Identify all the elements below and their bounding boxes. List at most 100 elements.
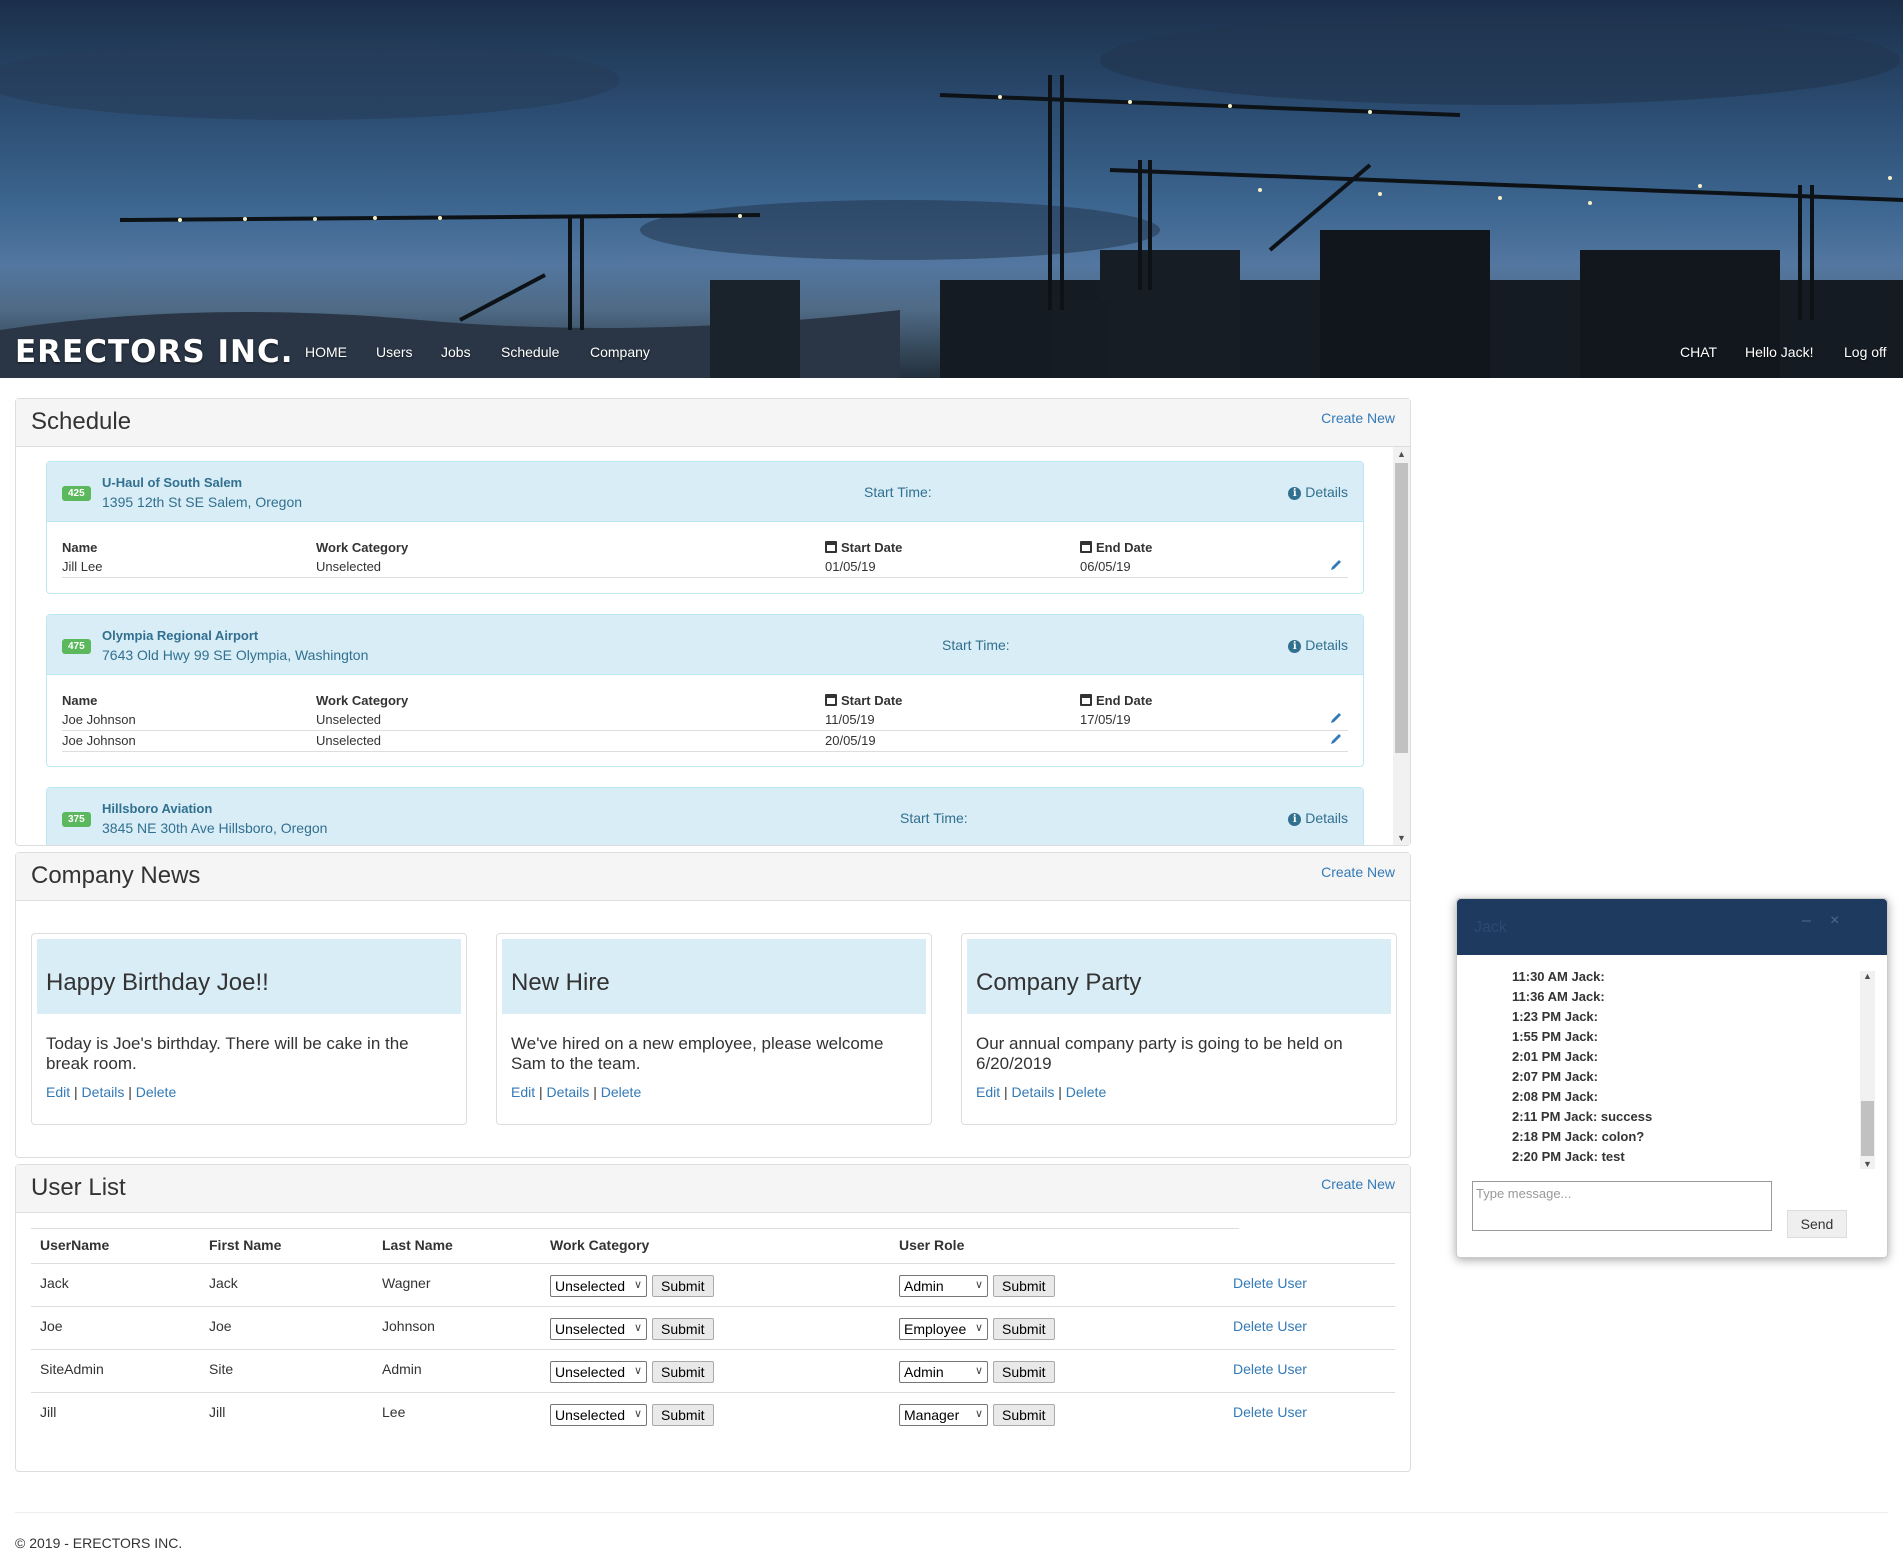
user-role-select[interactable]: Admin ∨: [899, 1275, 988, 1297]
work-category-submit-button[interactable]: Submit: [652, 1275, 714, 1297]
user-role-select[interactable]: Employee ∨: [899, 1318, 988, 1340]
work-category-submit-button[interactable]: Submit: [652, 1318, 714, 1340]
user-role-submit-button[interactable]: Submit: [993, 1404, 1055, 1426]
nav-company[interactable]: Company: [590, 344, 650, 360]
cell-last-name: Lee: [382, 1404, 406, 1420]
user-list-heading: User List Create New: [16, 1165, 1410, 1213]
nav-users[interactable]: Users: [376, 344, 413, 360]
news-card-body: Our annual company party is going to be …: [976, 1034, 1343, 1073]
news-title: Company News: [31, 862, 201, 889]
job-details-link[interactable]: i Details: [1288, 810, 1348, 826]
news-delete-link[interactable]: Delete: [1066, 1084, 1106, 1100]
cell-username: Jill: [40, 1404, 57, 1420]
minimize-icon[interactable]: –: [1802, 912, 1811, 930]
chevron-down-icon: ∨: [974, 1322, 983, 1334]
calendar-icon: [1080, 541, 1092, 553]
nav-jobs[interactable]: Jobs: [441, 344, 471, 360]
user-create-new-link[interactable]: Create New: [1321, 1176, 1395, 1192]
edit-pencil-icon[interactable]: [1329, 732, 1343, 746]
cell-first-name: Site: [209, 1361, 234, 1377]
scroll-thumb[interactable]: [1395, 463, 1408, 753]
news-card-body: Today is Joe's birthday. There will be c…: [46, 1034, 409, 1073]
cell-username: Jack: [40, 1275, 69, 1291]
news-card: New Hire We've hired on a new employee, …: [496, 933, 932, 1125]
assignment-start: 11/05/19: [825, 712, 875, 727]
work-category-submit-button[interactable]: Submit: [652, 1361, 714, 1383]
edit-pencil-icon[interactable]: [1329, 558, 1343, 572]
work-category-select[interactable]: Unselected ∨: [550, 1275, 647, 1297]
brand-logo[interactable]: ERECTORS INC.: [15, 334, 293, 370]
news-details-link[interactable]: Details: [1012, 1084, 1055, 1100]
scroll-down-icon[interactable]: ▼: [1393, 833, 1410, 843]
header-banner: ERECTORS INC. HOME Users Jobs Schedule C…: [0, 0, 1903, 378]
work-category-submit-button[interactable]: Submit: [652, 1404, 714, 1426]
nav-chat[interactable]: CHAT: [1680, 344, 1717, 360]
chat-send-button[interactable]: Send: [1787, 1210, 1847, 1238]
news-details-link[interactable]: Details: [82, 1084, 125, 1100]
edit-pencil-icon[interactable]: [1329, 711, 1343, 725]
job-details-link[interactable]: i Details: [1288, 484, 1348, 500]
work-category-select[interactable]: Unselected ∨: [550, 1404, 647, 1426]
row-divider: [31, 1306, 1395, 1307]
news-delete-link[interactable]: Delete: [601, 1084, 641, 1100]
work-category-select[interactable]: Unselected ∨: [550, 1318, 647, 1340]
news-details-link[interactable]: Details: [547, 1084, 590, 1100]
delete-user-link[interactable]: Delete User: [1233, 1318, 1307, 1334]
user-role-submit-button[interactable]: Submit: [993, 1275, 1055, 1297]
nav-hello-user[interactable]: Hello Jack!: [1745, 344, 1813, 360]
schedule-panel: Schedule Create New 425 U-Haul of South …: [15, 398, 1411, 846]
table-header-border: [31, 1263, 1395, 1264]
scroll-thumb[interactable]: [1861, 1101, 1874, 1156]
col-first-name: First Name: [209, 1237, 282, 1253]
schedule-create-new-link[interactable]: Create New: [1321, 410, 1395, 426]
job-badge: 375: [62, 812, 91, 827]
job-start-time-label: Start Time:: [900, 810, 968, 826]
nav-logoff[interactable]: Log off: [1844, 344, 1887, 360]
user-role-submit-button[interactable]: Submit: [993, 1361, 1055, 1383]
news-edit-link[interactable]: Edit: [511, 1084, 535, 1100]
nav-schedule[interactable]: Schedule: [501, 344, 559, 360]
row-divider: [31, 1349, 1395, 1350]
close-icon[interactable]: ×: [1830, 912, 1839, 930]
news-edit-link[interactable]: Edit: [46, 1084, 70, 1100]
cell-username: Joe: [40, 1318, 63, 1334]
info-icon: i: [1288, 487, 1302, 500]
chat-message: 2:11 PM Jack: success: [1512, 1109, 1653, 1124]
cell-last-name: Johnson: [382, 1318, 435, 1334]
scroll-up-icon[interactable]: ▲: [1860, 971, 1875, 981]
job-name: Hillsboro Aviation: [102, 801, 213, 816]
calendar-icon: [825, 541, 837, 553]
schedule-scrollbar[interactable]: ▲ ▼: [1393, 447, 1410, 845]
work-category-select[interactable]: Unselected ∨: [550, 1361, 647, 1383]
row-divider: [31, 1392, 1395, 1393]
news-card-title: Company Party: [976, 969, 1142, 996]
table-top-border: [31, 1228, 1239, 1229]
row-divider: [62, 577, 1348, 578]
scroll-down-icon[interactable]: ▼: [1860, 1159, 1875, 1169]
footer-copyright: © 2019 - ERECTORS INC.: [15, 1535, 183, 1551]
chat-scrollbar[interactable]: ▲ ▼: [1860, 971, 1875, 1169]
news-card: Happy Birthday Joe!! Today is Joe's birt…: [31, 933, 467, 1125]
news-create-new-link[interactable]: Create New: [1321, 864, 1395, 880]
chevron-down-icon: ∨: [974, 1279, 983, 1291]
delete-user-link[interactable]: Delete User: [1233, 1275, 1307, 1291]
nav-home[interactable]: HOME: [305, 344, 347, 360]
delete-user-link[interactable]: Delete User: [1233, 1404, 1307, 1420]
col-name: Name: [62, 540, 98, 555]
news-panel: Company News Create New Happy Birthday J…: [15, 852, 1411, 1158]
news-card-body: We've hired on a new employee, please we…: [511, 1034, 884, 1073]
chevron-down-icon: ∨: [633, 1365, 642, 1377]
scroll-up-icon[interactable]: ▲: [1393, 449, 1410, 459]
job-name: U-Haul of South Salem: [102, 475, 243, 490]
news-edit-link[interactable]: Edit: [976, 1084, 1000, 1100]
delete-user-link[interactable]: Delete User: [1233, 1361, 1307, 1377]
user-role-submit-button[interactable]: Submit: [993, 1318, 1055, 1340]
job-details-link[interactable]: i Details: [1288, 637, 1348, 653]
col-work-category: Work Category: [316, 540, 409, 555]
job-card: 475 Olympia Regional Airport 7643 Old Hw…: [46, 614, 1364, 767]
user-role-select[interactable]: Admin ∨: [899, 1361, 988, 1383]
chat-message-input[interactable]: Type message...: [1472, 1181, 1772, 1231]
user-role-select[interactable]: Manager ∨: [899, 1404, 988, 1426]
news-delete-link[interactable]: Delete: [136, 1084, 176, 1100]
news-card: Company Party Our annual company party i…: [961, 933, 1397, 1125]
